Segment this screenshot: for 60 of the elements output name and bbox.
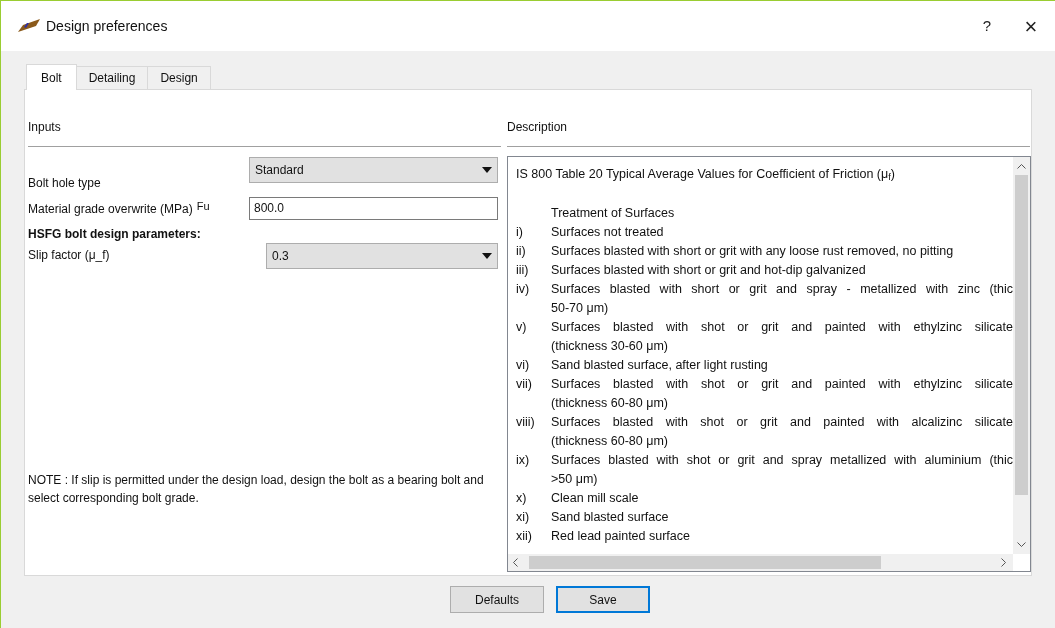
unit-label: Fu	[196, 198, 210, 214]
dropdown[interactable]: 0.3	[266, 243, 498, 269]
dropdown[interactable]: Standard	[249, 157, 498, 183]
item-text: Surfaces blasted with shot or grit and painted with alcalizinc silicate	[551, 414, 1013, 431]
item-number: xii)	[516, 528, 533, 545]
help-button[interactable]: ?	[967, 14, 1007, 38]
item-number: v)	[516, 319, 528, 336]
scrollbar-thumb[interactable]	[529, 556, 881, 569]
input-field[interactable]: 800.0	[249, 196, 498, 220]
item-number: vi)	[516, 357, 531, 374]
horizontal-scrollbar[interactable]	[508, 554, 1013, 571]
dialog-button[interactable]: Defaults	[450, 586, 544, 613]
item-number: vii)	[516, 376, 533, 393]
scroll-left-icon[interactable]	[513, 558, 518, 567]
app-icon	[18, 19, 40, 33]
item-text: Surfaces blasted with short or grit and hot-dip galvanized	[551, 262, 866, 279]
item-text: Surfaces blasted with short or grit and spray - metallized with zinc (thic	[551, 281, 1013, 298]
item-number: ii)	[516, 243, 527, 260]
section-heading: Description	[507, 119, 569, 134]
item-text: Surfaces not treated	[551, 224, 664, 241]
item-text: (thickness 60-80 μm)	[551, 433, 668, 450]
item-text: (thickness 60-80 μm)	[551, 395, 668, 412]
item-number: viii)	[516, 414, 536, 431]
item-number: iv)	[516, 281, 531, 298]
vertical-scrollbar[interactable]	[1013, 157, 1030, 554]
field-label: Bolt hole type	[28, 175, 101, 192]
item-text: Surfaces blasted with shot or grit and painted with ethylzinc silicate	[551, 376, 1013, 393]
item-text: (thickness 30-60 μm)	[551, 338, 668, 355]
scrollbar-thumb[interactable]	[1015, 175, 1028, 495]
dropdown-arrow-icon	[482, 167, 492, 173]
item-number: iii)	[516, 262, 530, 279]
item-text: Clean mill scale	[551, 490, 639, 507]
column-heading: Treatment of Surfaces	[551, 205, 675, 222]
item-text: Red lead painted surface	[551, 528, 690, 545]
description-title: IS 800 Table 20 Typical Average Values for Coefficient of Friction (μ$_{f}$)	[516, 166, 896, 184]
tab[interactable]: Bolt	[26, 64, 77, 90]
item-number: x)	[516, 490, 528, 507]
item-number: xi)	[516, 509, 531, 526]
item-text: Sand blasted surface	[551, 509, 669, 526]
field-label: Slip factor (μ_f)	[28, 247, 110, 264]
scroll-right-icon[interactable]	[1001, 558, 1006, 567]
window-title: Design preferences	[46, 16, 168, 36]
section-heading: Inputs	[28, 119, 62, 134]
item-text: 50-70 μm)	[551, 300, 609, 317]
dialog-button[interactable]: Save	[556, 586, 650, 613]
item-text: Sand blasted surface, after light rusting	[551, 357, 768, 374]
close-button[interactable]: ×	[1007, 9, 1055, 43]
scroll-up-icon[interactable]	[1017, 164, 1026, 169]
item-text: >50 μm)	[551, 471, 598, 488]
item-text: Surfaces blasted with shot or grit and spray metallized with aluminium (thic	[551, 452, 1013, 469]
dropdown-arrow-icon	[482, 253, 492, 259]
group-heading: HSFG bolt design parameters:	[28, 226, 201, 243]
scroll-down-icon[interactable]	[1017, 542, 1026, 547]
item-number: i)	[516, 224, 524, 241]
field-label: Material grade overwrite (MPa)	[28, 201, 193, 218]
item-number: ix)	[516, 452, 531, 469]
item-text: Surfaces blasted with short or grit with any loose rust removed, no pitting	[551, 243, 954, 260]
item-text: Surfaces blasted with shot or grit and painted with ethylzinc silicate	[551, 319, 1013, 336]
note-text: NOTE : If slip is permitted under the design load, design the bolt as a bearing bolt and select corresponding bolt grade.	[28, 472, 485, 507]
tab[interactable]: Design	[147, 66, 211, 89]
